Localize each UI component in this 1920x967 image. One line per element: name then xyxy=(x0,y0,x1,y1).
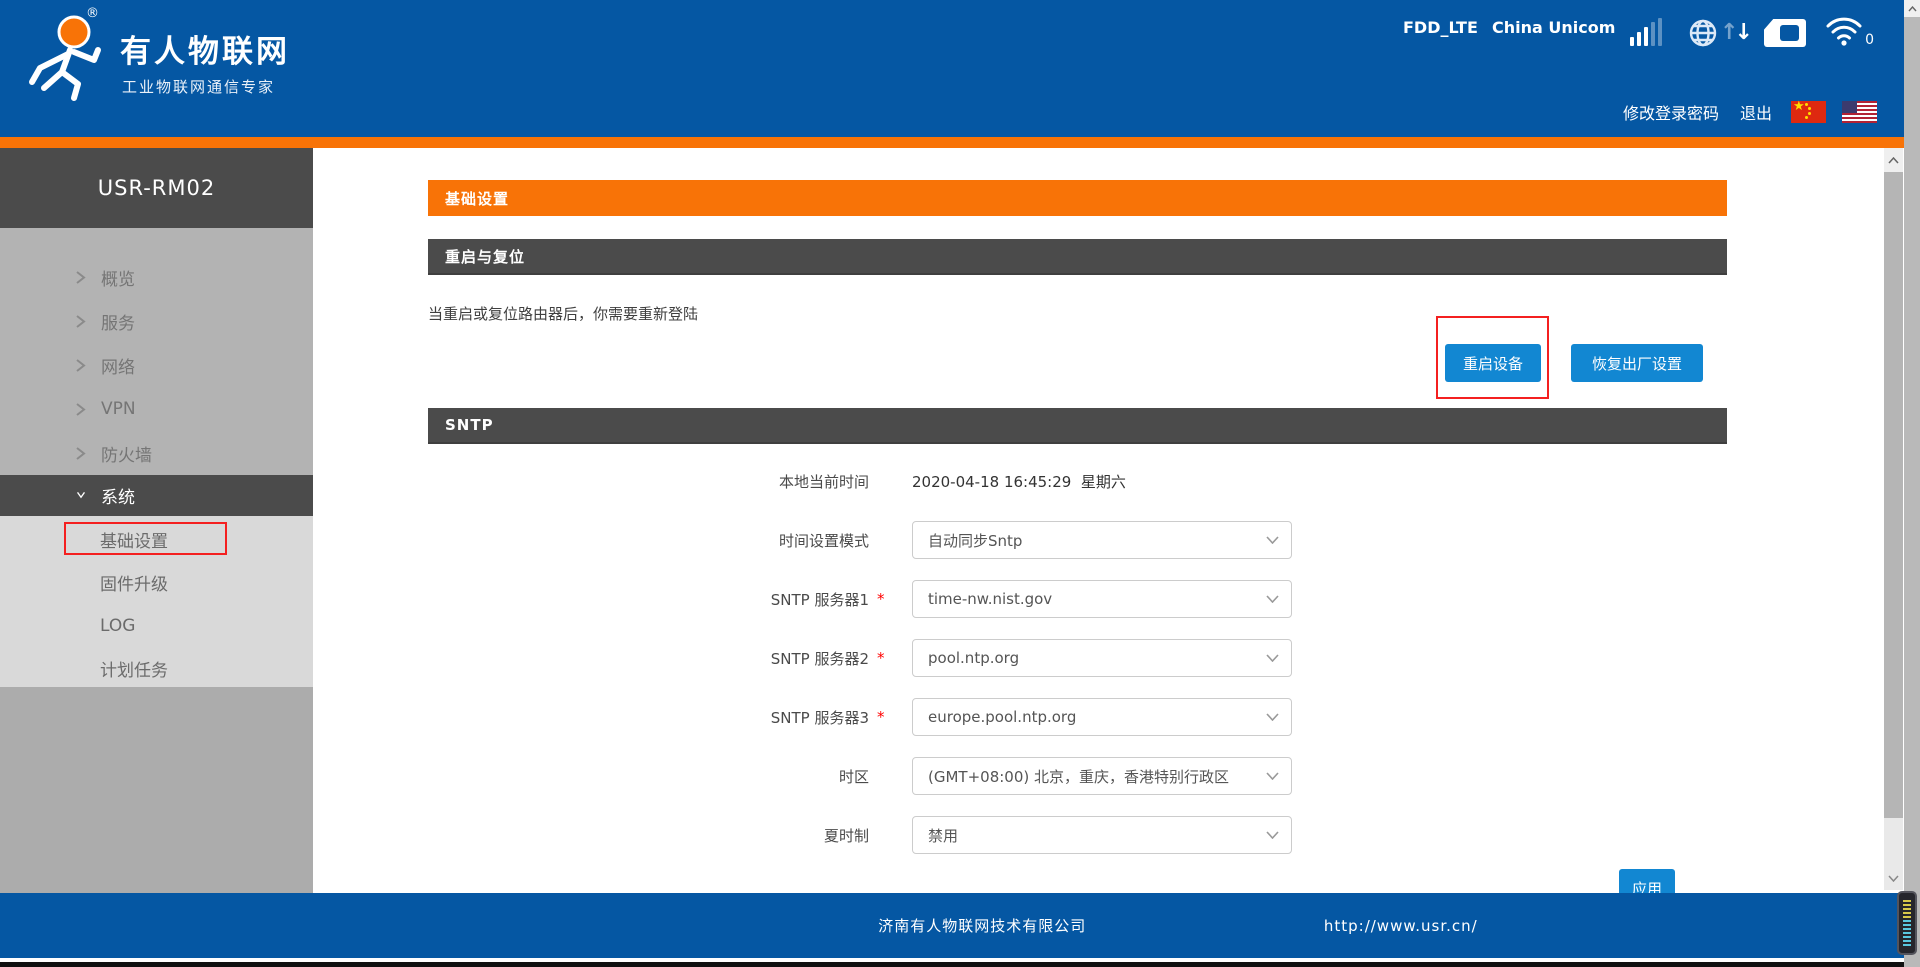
sidebar-item-system[interactable]: 系统 xyxy=(0,475,313,516)
sidebar-item-overview[interactable]: 概览 xyxy=(0,255,313,299)
brand-subtitle: 工业物联网通信专家 xyxy=(122,76,275,97)
sidebar-item-network[interactable]: 网络 xyxy=(0,343,313,387)
chevron-up-icon xyxy=(1888,157,1899,164)
chevron-right-icon xyxy=(75,271,87,284)
sidebar-item-firewall[interactable]: 防火墙 xyxy=(0,431,313,475)
chevron-down-icon xyxy=(1266,713,1279,721)
sidebar-item-services[interactable]: 服务 xyxy=(0,299,313,343)
window-scrollbar[interactable] xyxy=(1904,0,1920,967)
sidebar-item-log[interactable]: LOG xyxy=(0,604,313,647)
sntp-server3-select[interactable]: europe.pool.ntp.org xyxy=(912,698,1292,736)
form-row-dst: 夏时制 禁用 xyxy=(313,816,1884,854)
sidebar-item-basic-settings[interactable]: 基础设置 xyxy=(0,518,313,561)
wifi-status: 0 xyxy=(1824,16,1876,48)
chevron-down-icon xyxy=(1266,536,1279,544)
signal-bars-icon xyxy=(1630,18,1666,46)
wan-traffic-indicator: ↑↓ xyxy=(1688,18,1750,48)
flag-cn-icon[interactable]: ★ xyxy=(1791,101,1826,123)
header: ® 有人物联网 工业物联网通信专家 FDD_LTE China Unicom ↑… xyxy=(0,0,1904,137)
device-name: USR-RM02 xyxy=(0,148,313,228)
sidebar: USR-RM02 概览 服务 网络 VPN 防火墙 系统 基础设置 xyxy=(0,148,313,893)
logout-link[interactable]: 退出 xyxy=(1740,100,1772,124)
usr-logo-icon xyxy=(24,12,110,104)
download-arrow-icon: ↓ xyxy=(1734,20,1748,45)
network-type-label: FDD_LTE xyxy=(1403,18,1478,37)
sidebar-nav: 概览 服务 网络 VPN 防火墙 系统 xyxy=(0,228,313,516)
wifi-icon xyxy=(1824,16,1864,46)
sidebar-item-vpn[interactable]: VPN xyxy=(0,387,313,431)
reboot-device-button[interactable]: 重启设备 xyxy=(1445,344,1541,382)
footer-text: 济南有人物联网技术有限公司 http://www.usr.cn/ xyxy=(652,915,1477,936)
chevron-down-icon xyxy=(1266,772,1279,780)
sidebar-filler xyxy=(0,687,313,893)
bottom-edge xyxy=(0,962,1920,967)
chevron-right-icon xyxy=(75,403,87,416)
chevron-down-icon xyxy=(1888,875,1899,882)
form-row-sntp-server1: SNTP 服务器1* time-nw.nist.gov xyxy=(313,580,1884,618)
form-row-timezone: 时区 (GMT+08:00) 北京，重庆，香港特别行政区 xyxy=(313,757,1884,795)
header-accent-strip xyxy=(0,137,1904,148)
globe-icon xyxy=(1688,18,1718,48)
chevron-down-icon xyxy=(1266,654,1279,662)
form-row-sntp-server3: SNTP 服务器3* europe.pool.ntp.org xyxy=(313,698,1884,736)
chevron-right-icon xyxy=(75,315,87,328)
scroll-up-button[interactable] xyxy=(1884,148,1903,172)
change-password-link[interactable]: 修改登录密码 xyxy=(1623,100,1719,124)
sidebar-item-scheduled-tasks[interactable]: 计划任务 xyxy=(0,647,313,690)
page-title: 基础设置 xyxy=(428,180,1727,216)
content-scrollbar[interactable] xyxy=(1884,148,1903,890)
local-time-value: 2020-04-18 16:45:29 星期六 xyxy=(912,471,1126,492)
scrollbar-minimap-thumb[interactable] xyxy=(1897,891,1917,955)
flag-us-icon[interactable] xyxy=(1842,101,1877,123)
form-row-local-time: 本地当前时间 2020-04-18 16:45:29 星期六 xyxy=(313,462,1884,500)
form-row-sntp-server2: SNTP 服务器2* pool.ntp.org xyxy=(313,639,1884,677)
highlight-box xyxy=(64,522,227,555)
registered-mark: ® xyxy=(86,6,99,21)
chevron-right-icon xyxy=(75,447,87,460)
form-row-time-mode: 时间设置模式 自动同步Sntp xyxy=(313,521,1884,559)
scroll-down-button[interactable] xyxy=(1884,866,1903,890)
scrollbar-thumb[interactable] xyxy=(1884,172,1903,818)
footer: 济南有人物联网技术有限公司 http://www.usr.cn/ xyxy=(0,893,1904,958)
sim-card-icon xyxy=(1764,19,1806,47)
timezone-select[interactable]: (GMT+08:00) 北京，重庆，香港特别行政区 xyxy=(912,757,1292,795)
section-sntp-title: SNTP xyxy=(428,408,1727,444)
section-reboot-title: 重启与复位 xyxy=(428,239,1727,275)
apply-button[interactable]: 应用 xyxy=(1619,869,1675,893)
carrier-label: China Unicom xyxy=(1492,18,1615,37)
chevron-up-icon xyxy=(1908,6,1917,12)
wifi-client-count: 0 xyxy=(1865,32,1874,48)
dst-select[interactable]: 禁用 xyxy=(912,816,1292,854)
sntp-server2-select[interactable]: pool.ntp.org xyxy=(912,639,1292,677)
sntp-form: 本地当前时间 2020-04-18 16:45:29 星期六 时间设置模式 自动… xyxy=(313,462,1884,875)
main-content: 基础设置 重启与复位 当重启或复位路由器后，你需要重新登陆 重启设备 恢复出厂设… xyxy=(313,148,1884,893)
chevron-right-icon xyxy=(75,359,87,372)
scroll-up-button[interactable] xyxy=(1904,0,1920,17)
chevron-down-icon xyxy=(75,491,87,500)
reboot-note: 当重启或复位路由器后，你需要重新登陆 xyxy=(428,303,698,324)
chevron-down-icon xyxy=(1266,595,1279,603)
system-submenu: 基础设置 固件升级 LOG 计划任务 xyxy=(0,516,313,687)
chevron-down-icon xyxy=(1266,831,1279,839)
sntp-server1-select[interactable]: time-nw.nist.gov xyxy=(912,580,1292,618)
sidebar-item-firmware-upgrade[interactable]: 固件升级 xyxy=(0,561,313,604)
time-mode-select[interactable]: 自动同步Sntp xyxy=(912,521,1292,559)
upload-arrow-icon: ↑ xyxy=(1720,20,1734,45)
brand-title: 有人物联网 xyxy=(120,26,290,71)
factory-reset-button[interactable]: 恢复出厂设置 xyxy=(1571,344,1703,382)
